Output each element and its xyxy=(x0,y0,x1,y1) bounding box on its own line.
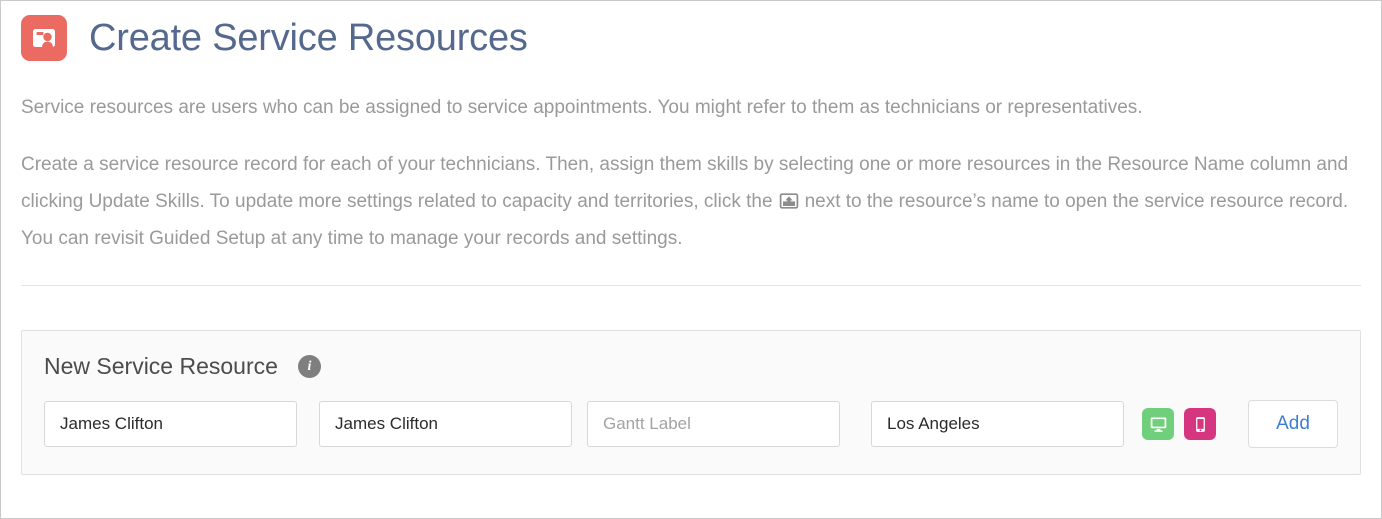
location-input[interactable] xyxy=(871,401,1124,447)
new-resource-form-row: Add xyxy=(44,400,1338,448)
intro-paragraph-1: Service resources are users who can be a… xyxy=(21,97,1143,118)
page-root: Create Service Resources Service resourc… xyxy=(1,1,1381,518)
card-header: New Service Resource i xyxy=(44,355,1338,378)
desktop-icon xyxy=(1149,415,1168,434)
launch-icon xyxy=(779,191,799,211)
user-input[interactable] xyxy=(319,401,572,447)
desktop-toggle[interactable] xyxy=(1142,408,1174,440)
new-service-resource-card: New Service Resource i James Clifton Jam… xyxy=(21,330,1361,475)
intro-paragraph-2: Create a service resource record for eac… xyxy=(21,146,1361,257)
card-title: New Service Resource xyxy=(44,353,278,379)
section-divider xyxy=(21,285,1361,286)
page-title: Create Service Resources xyxy=(89,17,528,59)
add-button[interactable]: Add xyxy=(1248,400,1338,448)
capability-toggle-group xyxy=(1142,408,1216,440)
intro-text: Service resources are users who can be a… xyxy=(21,89,1361,257)
mobile-toggle[interactable] xyxy=(1184,408,1216,440)
info-icon[interactable]: i xyxy=(297,355,321,378)
gantt-label-input[interactable] xyxy=(587,401,840,447)
mobile-icon xyxy=(1191,415,1210,434)
resource-name-input[interactable] xyxy=(44,401,297,447)
page-header: Create Service Resources xyxy=(21,1,1361,63)
service-resource-icon xyxy=(21,15,67,61)
